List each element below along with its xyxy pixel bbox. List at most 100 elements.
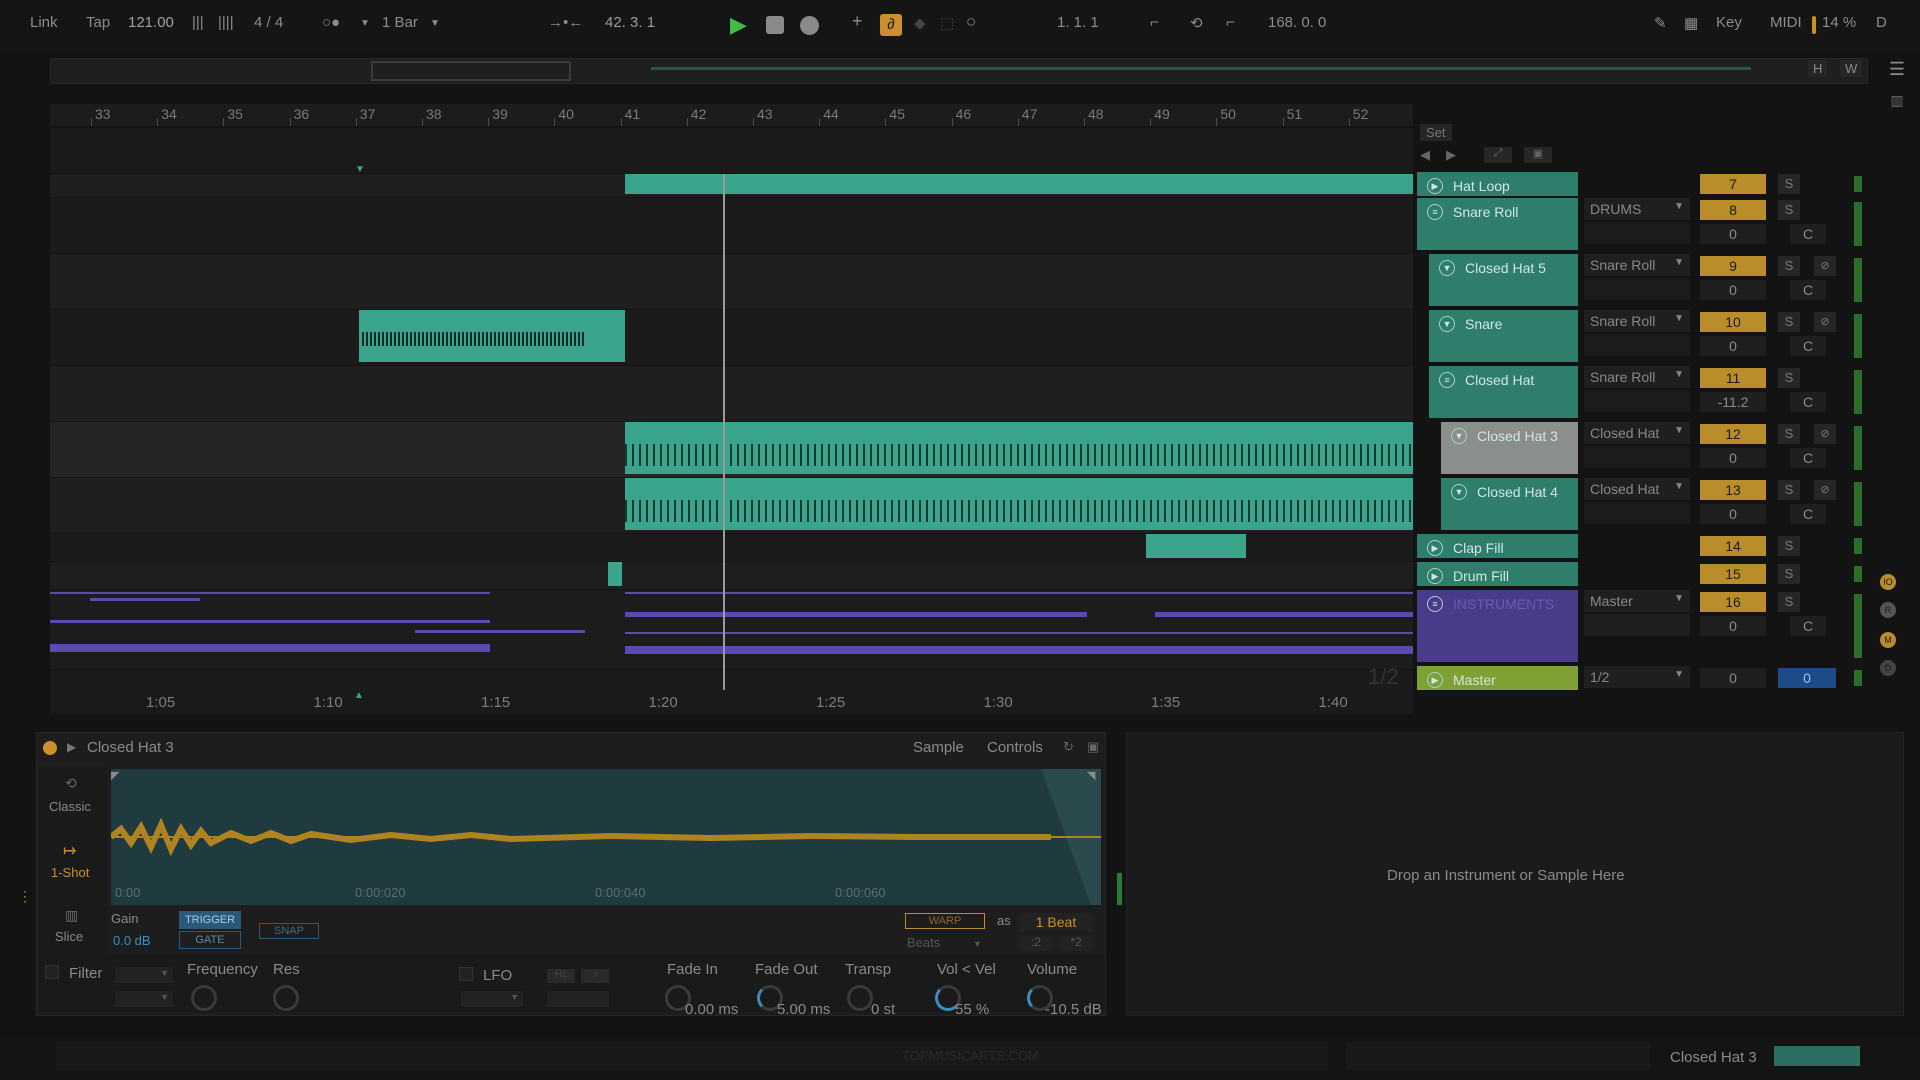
end-marker-icon[interactable]: ◥ xyxy=(1087,769,1095,782)
reenable-automation-icon[interactable]: ◆ xyxy=(914,14,926,32)
lane-instruments[interactable] xyxy=(50,590,1413,670)
arrangement-loop-strip[interactable] xyxy=(50,128,1413,174)
overview-viewport[interactable] xyxy=(371,61,571,81)
mode-classic[interactable]: Classic xyxy=(49,799,91,814)
time-signature-field[interactable]: 4 / 4 xyxy=(254,14,283,31)
track-output-select[interactable]: 1/2 ▼ xyxy=(1584,666,1690,688)
overview-w-button[interactable]: W xyxy=(1840,60,1863,77)
lane-snare-roll[interactable] xyxy=(50,198,1413,254)
device-power-icon[interactable] xyxy=(43,741,57,755)
instrument-drop-area[interactable]: Drop an Instrument or Sample Here xyxy=(1126,732,1904,1016)
solo-button[interactable]: S xyxy=(1778,480,1800,500)
track-header-drum-fill[interactable]: ▶ Drum Fill xyxy=(1417,562,1578,586)
loop-length-field[interactable]: 168. 0. 0 xyxy=(1268,14,1326,31)
track-header-closed-hat-5[interactable]: ▼ Closed Hat 5 xyxy=(1429,254,1578,306)
set-button[interactable]: Set xyxy=(1420,124,1452,141)
device-fold-icon[interactable]: ▶ xyxy=(67,740,76,754)
stop-button[interactable] xyxy=(766,16,784,34)
fold-icon[interactable]: ▼ xyxy=(1451,428,1467,444)
track-volume[interactable]: 0 xyxy=(1700,336,1766,356)
track-pan[interactable]: C xyxy=(1790,280,1826,300)
solo-button[interactable]: S xyxy=(1778,256,1800,276)
filter-type-select[interactable]: ▼ xyxy=(115,967,173,983)
gain-value[interactable]: 0.0 dB xyxy=(113,933,151,948)
track-output-select[interactable]: Snare Roll ▼ xyxy=(1584,254,1690,276)
clip-closed-hat-4[interactable] xyxy=(625,478,1413,530)
track-header-snare-roll[interactable]: ≡ Snare Roll xyxy=(1417,198,1578,250)
double-tempo-button[interactable]: *2 xyxy=(1059,935,1093,951)
play-button[interactable]: ▶ xyxy=(730,12,747,38)
fold-icon[interactable]: ▼ xyxy=(1439,316,1455,332)
punch-in-icon[interactable]: ⌐ xyxy=(1150,14,1159,31)
master-pan[interactable]: 0 xyxy=(1778,668,1836,688)
tempo-field[interactable]: 121.00 xyxy=(128,14,174,31)
keyboard-icon[interactable]: ▦ xyxy=(1684,14,1698,32)
track-header-closed-hat-4[interactable]: ▼ Closed Hat 4 xyxy=(1441,478,1578,530)
track-output-select[interactable]: Closed Hat ▼ xyxy=(1584,478,1690,500)
beat-time-ruler[interactable]: 33 34 35 36 37 38 39 40 41 42 43 44 45 46 47 48 49 50 51 52 xyxy=(50,104,1413,126)
lfo-hz-button[interactable]: Hz xyxy=(547,969,575,983)
fold-icon[interactable]: ▼ xyxy=(1439,260,1455,276)
track-header-hat-loop[interactable]: ▶ Hat Loop xyxy=(1417,172,1578,196)
device-hotswap-icon[interactable]: ↻ xyxy=(1063,739,1074,755)
tab-controls[interactable]: Controls xyxy=(987,739,1043,756)
frequency-knob[interactable] xyxy=(191,985,217,1011)
half-tempo-button[interactable]: :2 xyxy=(1019,935,1053,951)
gate-button[interactable]: GATE xyxy=(179,931,241,949)
track-pan[interactable]: C xyxy=(1790,448,1826,468)
arrangement-overview[interactable] xyxy=(50,58,1868,84)
solo-button[interactable]: S xyxy=(1778,312,1800,332)
lane-closed-hat[interactable] xyxy=(50,366,1413,422)
punch-out-icon[interactable]: ⌐ xyxy=(1226,14,1235,31)
return-toggle-icon[interactable]: R xyxy=(1880,602,1896,618)
nudge-up-icon[interactable]: |||| xyxy=(218,14,234,31)
link-icon[interactable]: ⊘ xyxy=(1814,480,1836,500)
device-view-icon[interactable]: ▥ xyxy=(1886,92,1908,114)
solo-button[interactable]: S xyxy=(1778,592,1800,612)
fold-icon[interactable]: ≡ xyxy=(1427,596,1443,612)
draw-mode-icon[interactable]: ✎ xyxy=(1654,14,1667,32)
solo-button[interactable]: S xyxy=(1778,200,1800,220)
track-number-button[interactable]: 12 xyxy=(1700,424,1766,444)
loop-icon[interactable]: ⟲ xyxy=(1190,14,1203,32)
lane-snare[interactable] xyxy=(50,310,1413,366)
track-number-button[interactable]: 8 xyxy=(1700,200,1766,220)
mixer-toggle-icon[interactable]: M xyxy=(1880,632,1896,648)
warp-beats-field[interactable]: 1 Beat xyxy=(1019,913,1093,931)
master-volume[interactable]: 0 xyxy=(1700,668,1766,688)
start-marker-icon[interactable]: ◤ xyxy=(111,769,119,782)
midi-map-button[interactable]: MIDI xyxy=(1770,14,1802,31)
lfo-wave-select[interactable]: ▼ xyxy=(461,991,523,1007)
clip-closed-hat-3[interactable] xyxy=(625,422,1413,474)
fold-icon[interactable]: ≡ xyxy=(1439,372,1455,388)
clip-drum-fill[interactable] xyxy=(608,562,622,586)
track-number-button[interactable]: 14 xyxy=(1700,536,1766,556)
link-icon[interactable]: ⊘ xyxy=(1814,256,1836,276)
track-number-button[interactable]: 7 xyxy=(1700,174,1766,194)
track-input-select[interactable] xyxy=(1584,278,1690,300)
track-number-button[interactable]: 9 xyxy=(1700,256,1766,276)
menu-icon[interactable]: ☰ xyxy=(1886,58,1908,80)
key-map-button[interactable]: Key xyxy=(1716,14,1742,31)
filter-toggle-checkbox[interactable] xyxy=(45,965,59,979)
loop-end-marker-icon[interactable]: ▲ xyxy=(354,690,364,701)
metronome-menu-icon[interactable]: ▼ xyxy=(360,18,370,29)
fold-icon[interactable]: ▶ xyxy=(1427,178,1443,194)
track-pan[interactable]: C xyxy=(1790,504,1826,524)
mode-slice[interactable]: Slice xyxy=(55,929,83,944)
loop-start-field[interactable]: 1. 1. 1 xyxy=(1057,14,1099,31)
fold-icon[interactable]: ▼ xyxy=(1451,484,1467,500)
delay-toggle-icon[interactable]: D xyxy=(1880,660,1896,676)
track-number-button[interactable]: 13 xyxy=(1700,480,1766,500)
lfo-rate-field[interactable] xyxy=(547,991,609,1007)
arrangement-area[interactable]: ▼ xyxy=(50,128,1413,690)
follow-icon[interactable]: →•← xyxy=(548,14,583,31)
track-volume[interactable]: 0 xyxy=(1700,616,1766,636)
lane-drum-fill[interactable] xyxy=(50,562,1413,590)
track-output-select[interactable]: Snare Roll ▼ xyxy=(1584,366,1690,388)
metronome-icon[interactable]: ○● xyxy=(322,14,340,31)
filter-slope-select[interactable]: ▼ xyxy=(115,991,173,1007)
nudge-down-icon[interactable]: ||| xyxy=(192,14,204,31)
solo-button[interactable]: S xyxy=(1778,424,1800,444)
mode-one-shot[interactable]: 1-Shot xyxy=(51,865,89,880)
